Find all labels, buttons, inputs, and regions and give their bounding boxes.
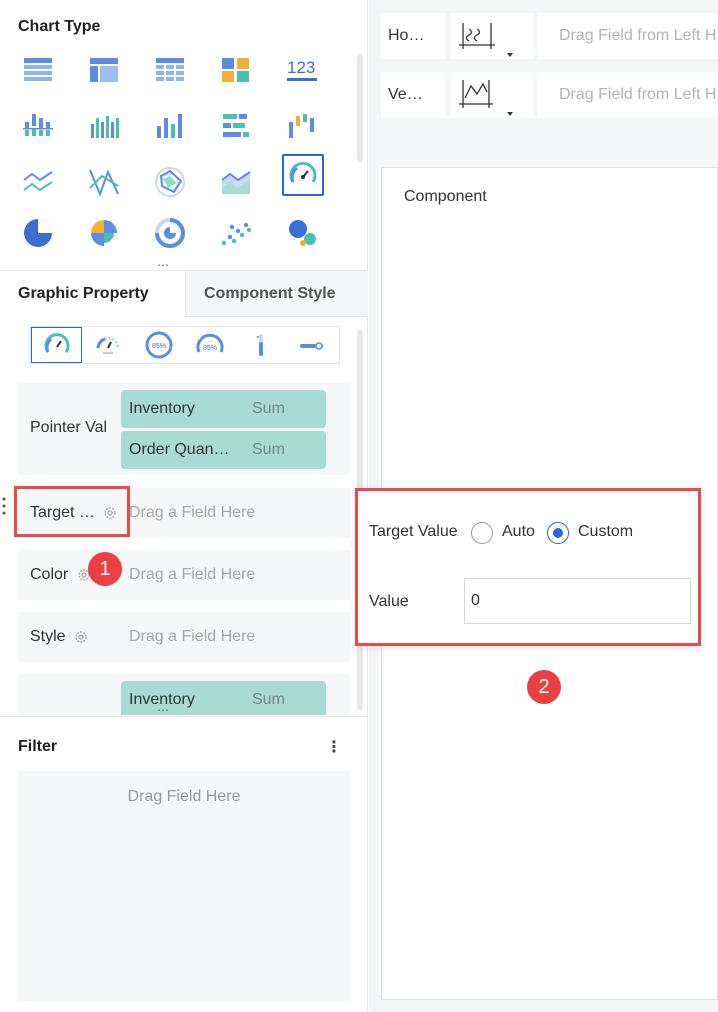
kpi-block-icon[interactable] — [216, 50, 256, 90]
rose-chart-icon[interactable] — [84, 213, 124, 253]
gauge-style-1[interactable] — [31, 327, 82, 363]
style-drop-hint[interactable]: Drag a Field Here — [129, 628, 255, 646]
detail-table-icon[interactable] — [150, 50, 190, 90]
target-value-highlight — [14, 486, 130, 537]
filter-drop-hint: Drag Field Here — [127, 788, 241, 805]
vertical-axis-drop[interactable]: Drag Field from Left H — [537, 72, 718, 118]
drag-handle-icon[interactable] — [2, 496, 6, 521]
bar-chart-icon[interactable] — [216, 106, 256, 146]
field-aggregation[interactable]: Sum — [252, 691, 285, 709]
value-label: Value — [369, 593, 409, 610]
horizontal-axis-label: Ho… — [381, 13, 445, 59]
label-row: Inventory Sum — [18, 674, 350, 715]
gauge-style-6[interactable] — [286, 327, 337, 363]
radar-icon[interactable] — [150, 162, 190, 202]
gauge-style-4[interactable]: 85% — [184, 327, 235, 363]
pointer-value-label: Pointer Val — [30, 419, 108, 436]
pointer-field-inventory[interactable]: Inventory Sum — [121, 390, 326, 428]
property-tabs: Graphic Property Component Style — [0, 270, 368, 317]
vertical-axis-label: Ve… — [381, 72, 445, 118]
target-value-popup-label: Target Value — [369, 523, 458, 540]
bubble-icon[interactable] — [282, 213, 322, 253]
gauge-style-3-percent: 85% — [151, 343, 165, 350]
target-value-popup: Target Value Auto Custom Value 0 — [355, 488, 701, 646]
style-label-text: Style — [30, 628, 66, 645]
resize-handle-icon[interactable]: ⋯ — [157, 703, 170, 717]
filter-title: Filter — [18, 738, 58, 755]
waterfall-icon[interactable] — [282, 106, 322, 146]
radio-auto-label[interactable]: Auto — [502, 523, 535, 541]
gear-icon[interactable] — [74, 630, 88, 644]
ring-chart-icon[interactable] — [150, 213, 190, 253]
column-chart-icon[interactable] — [150, 106, 190, 146]
gauge-style-3[interactable]: 85% — [133, 327, 184, 363]
gauge-style-4-percent: 85% — [202, 345, 216, 352]
color-row[interactable]: Color Drag a Field Here — [18, 550, 350, 600]
filter-section: Filter ⋮ Drag Field Here — [0, 716, 368, 1012]
table-icon[interactable] — [18, 50, 58, 90]
step-badge-1: 1 — [88, 552, 122, 586]
polyline-icon[interactable] — [84, 162, 124, 202]
more-vertical-icon[interactable]: ⋮ — [326, 737, 342, 757]
horizontal-axis-sort-icon[interactable] — [451, 13, 533, 59]
field-name: Inventory — [129, 400, 195, 417]
radio-custom-label[interactable]: Custom — [578, 523, 633, 541]
color-drop-hint[interactable]: Drag a Field Here — [129, 566, 255, 584]
style-label: Style — [30, 628, 88, 646]
field-aggregation[interactable]: Sum — [252, 441, 285, 459]
chart-type-scrollbar[interactable] — [357, 54, 363, 162]
horizontal-axis-drop[interactable]: Drag Field from Left H — [537, 13, 718, 59]
target-drop-hint[interactable]: Drag a Field Here — [129, 504, 255, 522]
radio-auto[interactable] — [471, 522, 493, 544]
horizontal-axis-row: Ho… Drag Field from Left H — [381, 13, 718, 59]
svg-text:123: 123 — [287, 58, 315, 77]
filter-drop-zone[interactable]: Drag Field Here — [18, 771, 350, 1001]
scatter-icon[interactable] — [216, 213, 256, 253]
gauge-icon[interactable] — [282, 154, 324, 196]
tab-graphic-property[interactable]: Graphic Property — [0, 271, 185, 317]
color-label-text: Color — [30, 566, 69, 583]
grouped-column-icon[interactable] — [18, 106, 58, 146]
number-icon[interactable]: 123 — [282, 50, 322, 90]
pointer-field-order-quantity[interactable]: Order Quan… Sum — [121, 431, 326, 469]
label-field-inventory[interactable]: Inventory Sum — [121, 681, 326, 715]
pie-chart-icon[interactable] — [18, 213, 58, 253]
stacked-column-icon[interactable] — [84, 106, 124, 146]
gauge-style-5[interactable] — [235, 327, 286, 363]
line-chart-icon[interactable] — [18, 162, 58, 202]
canvas-title: Component — [404, 188, 487, 205]
vertical-axis-row: Ve… Drag Field from Left H — [381, 72, 718, 118]
tab-component-style[interactable]: Component Style — [185, 271, 368, 317]
step-badge-2: 2 — [527, 670, 561, 704]
style-row[interactable]: Style Drag a Field Here — [18, 612, 350, 662]
field-aggregation[interactable]: Sum — [252, 400, 285, 418]
cross-table-icon[interactable] — [84, 50, 124, 90]
chart-type-title: Chart Type — [18, 18, 101, 35]
gauge-style-2[interactable] — [82, 327, 133, 363]
pointer-value-row: Pointer Val Inventory Sum Order Quan… Su… — [18, 383, 350, 475]
area-chart-icon[interactable] — [216, 162, 256, 202]
field-name: Order Quan… — [129, 441, 230, 458]
vertical-axis-sort-icon[interactable] — [451, 72, 533, 118]
gauge-style-selector: 85% 85% — [30, 326, 340, 364]
radio-custom[interactable] — [547, 522, 569, 544]
color-label: Color — [30, 566, 91, 584]
field-name: Inventory — [129, 691, 195, 708]
value-input[interactable]: 0 — [464, 578, 691, 624]
